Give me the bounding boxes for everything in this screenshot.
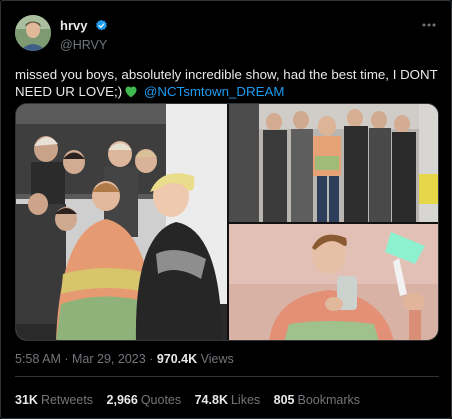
avatar[interactable] [15,15,51,51]
stat-label: Quotes [140,393,182,407]
verified-badge-icon [95,19,108,32]
stat-value: 31K [15,393,38,407]
group-standing-photo[interactable] [229,104,438,222]
stat-label: Retweets [40,393,94,407]
tweet-card: hrvy @HRVY missed you boys, absolutely i… [0,0,452,419]
stat-value: 74.8K [194,393,228,407]
selfie-lightstick-photo[interactable] [229,224,438,340]
separator-dot: · [149,352,154,366]
group-backstage-photo[interactable] [16,104,227,340]
tweet-text: missed you boys, absolutely incredible s… [15,66,439,102]
stat-value: 805 [273,393,295,407]
stat-value: 2,966 [106,393,138,407]
user-handle[interactable]: @HRVY [60,38,108,52]
engagement-stats: 31K Retweets 2,966 Quotes 74.8K Likes 805 Bo… [15,393,439,407]
bookmarks-stat[interactable]: 805 Bookmarks [274,393,360,407]
likes-stat[interactable]: 74.8K Likes [195,393,261,407]
views-count: 970.4K [156,352,198,366]
more-options-icon[interactable] [421,19,437,31]
tweet-time[interactable]: 5:58 AM [15,352,61,366]
mention-link[interactable]: @NCTsmtown_DREAM [144,84,285,99]
quotes-stat[interactable]: 2,966 Quotes [107,393,182,407]
green-heart-icon [124,85,138,102]
tweet-date[interactable]: Mar 29, 2023 [72,352,146,366]
divider [15,376,439,377]
retweets-stat[interactable]: 31K Retweets [15,393,93,407]
tweet-header: hrvy @HRVY [15,15,439,55]
display-name[interactable]: hrvy [60,18,87,33]
views-label: Views [200,352,234,366]
tweet-meta: 5:58 AM · Mar 29, 2023 · 970.4K Views [15,352,439,366]
media-grid [15,103,439,341]
stat-label: Likes [230,393,261,407]
stat-label: Bookmarks [297,393,361,407]
separator-dot: · [64,352,69,366]
